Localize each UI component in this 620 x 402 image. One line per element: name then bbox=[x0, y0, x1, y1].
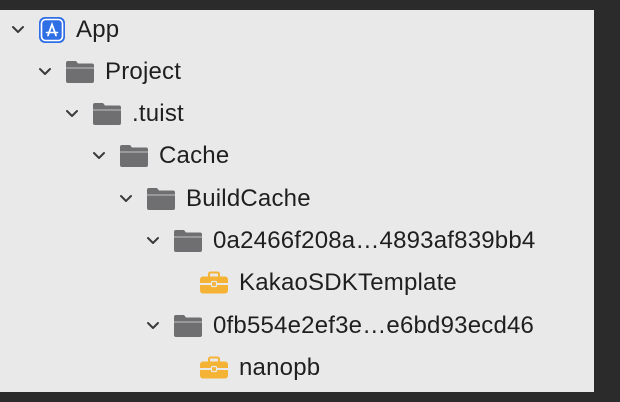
folder-icon bbox=[65, 60, 95, 84]
chevron-down-icon[interactable] bbox=[8, 20, 28, 40]
tree-item-label: KakaoSDKTemplate bbox=[239, 269, 457, 296]
folder-icon bbox=[119, 144, 149, 168]
tree-item-label: BuildCache bbox=[186, 185, 311, 212]
tree-item-cache-hash-1[interactable]: 0a2466f208a…4893af839bb4 bbox=[143, 221, 535, 261]
tree-item-label: nanopb bbox=[239, 354, 321, 381]
chevron-down-icon[interactable] bbox=[35, 62, 55, 82]
folder-icon bbox=[173, 314, 203, 338]
folder-icon bbox=[173, 229, 203, 253]
tree-item-app[interactable]: App bbox=[8, 10, 119, 50]
tree-item-kakaosdktemplate[interactable]: KakaoSDKTemplate bbox=[199, 263, 457, 303]
app-icon bbox=[38, 16, 66, 44]
tree-item-label: Project bbox=[105, 58, 182, 85]
tree-item-label: 0fb554e2ef3e…e6bd93ecd46 bbox=[213, 312, 535, 339]
tree-item-label: 0a2466f208a…4893af839bb4 bbox=[213, 227, 536, 254]
chevron-down-icon[interactable] bbox=[143, 231, 163, 251]
tree-item-label: App bbox=[76, 16, 120, 43]
tree-item-label: Cache bbox=[159, 142, 230, 169]
file-navigator: App Project .tuist Cache BuildCache 0a24… bbox=[0, 10, 594, 392]
toolbox-icon bbox=[199, 356, 229, 380]
tree-item-label: .tuist bbox=[132, 100, 184, 127]
toolbox-icon bbox=[199, 271, 229, 295]
tree-item-project[interactable]: Project bbox=[35, 52, 181, 92]
chevron-down-icon[interactable] bbox=[62, 104, 82, 124]
tree-item-cache-hash-2[interactable]: 0fb554e2ef3e…e6bd93ecd46 bbox=[143, 306, 534, 346]
tree-item-nanopb[interactable]: nanopb bbox=[199, 348, 320, 388]
chevron-down-icon[interactable] bbox=[89, 146, 109, 166]
tree-item-tuist[interactable]: .tuist bbox=[62, 94, 184, 134]
tree-item-buildcache[interactable]: BuildCache bbox=[116, 179, 311, 219]
chevron-down-icon[interactable] bbox=[143, 316, 163, 336]
tree-item-cache[interactable]: Cache bbox=[89, 136, 229, 176]
folder-icon bbox=[92, 102, 122, 126]
folder-icon bbox=[146, 187, 176, 211]
chevron-down-icon[interactable] bbox=[116, 189, 136, 209]
